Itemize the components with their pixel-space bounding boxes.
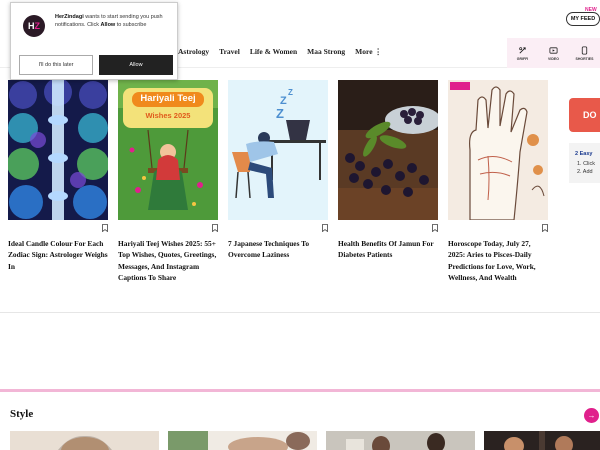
article-card[interactable]: ZZZ 7 Japanese Techniques To Overcome La…	[228, 80, 328, 261]
article-title[interactable]: Horoscope Today, July 27, 2025: Aries to…	[448, 238, 548, 284]
nav-item-travel[interactable]: Travel	[219, 47, 240, 56]
bookmark-icon[interactable]	[542, 224, 548, 232]
nav-griffi-button[interactable]: GRIFFI	[507, 38, 538, 68]
nav-shorties-button[interactable]: SHORTIES	[569, 38, 600, 68]
nav-item-life-women[interactable]: Life & Women	[250, 47, 297, 56]
article-image-teej[interactable]: Hariyali Teej Wishes 2025	[118, 80, 218, 220]
notification-popup: HZ HerZindagi wants to start sending you…	[10, 2, 178, 80]
style-thumbnail[interactable]	[168, 431, 317, 450]
allow-button[interactable]: Allow	[99, 55, 173, 75]
section-arrow-button[interactable]: →	[584, 408, 599, 423]
side-promo-button[interactable]: DO	[569, 98, 600, 132]
side-instructions-title: 2 Easy	[575, 151, 593, 157]
article-card[interactable]: Ideal Candle Colour For Each Zodiac Sign…	[8, 80, 108, 272]
griff-icon	[519, 46, 526, 54]
nav-griffi-label: GRIFFI	[516, 56, 529, 61]
later-button[interactable]: I'll do this later	[19, 55, 93, 75]
article-title[interactable]: Health Benefits Of Jamun For Diabetes Pa…	[338, 238, 438, 261]
nav-item-maa-strong[interactable]: Maa Strong	[307, 47, 345, 56]
article-title[interactable]: Ideal Candle Colour For Each Zodiac Sign…	[8, 238, 108, 272]
nav-icon-group: GRIFFI VIDEO SHORTIES	[507, 38, 600, 68]
nav-item-astrology[interactable]: Astrology	[178, 47, 209, 56]
article-card[interactable]: Horoscope Today, July 27, 2025: Aries to…	[448, 80, 548, 284]
popup-message: HerZindagi wants to start sending you pu…	[55, 14, 163, 28]
article-title[interactable]: 7 Japanese Techniques To Overcome Lazine…	[228, 238, 328, 261]
article-card[interactable]: Health Benefits Of Jamun For Diabetes Pa…	[338, 80, 438, 261]
nav-item-more[interactable]: More ⋮	[355, 47, 382, 56]
shorts-icon	[581, 45, 588, 55]
style-thumbnail[interactable]	[484, 431, 600, 450]
nav-shorties-label: SHORTIES	[575, 56, 594, 61]
my-feed-button[interactable]: MY FEED	[566, 12, 600, 26]
style-thumbnail[interactable]	[10, 431, 159, 450]
nav-video-button[interactable]: VIDEO	[538, 38, 569, 68]
svg-text:Z: Z	[276, 106, 284, 121]
section-title-style[interactable]: Style	[10, 408, 33, 420]
bookmark-icon[interactable]	[322, 224, 328, 232]
style-thumbnail[interactable]	[326, 431, 475, 450]
bookmark-icon[interactable]	[212, 224, 218, 232]
site-logo: HZ	[23, 15, 45, 37]
bookmark-icon[interactable]	[102, 224, 108, 232]
svg-text:Z: Z	[288, 88, 293, 97]
side-instructions-step-2: 2. Add	[577, 169, 593, 175]
side-instructions-step-1: 1. Click	[577, 161, 596, 167]
bookmark-icon[interactable]	[432, 224, 438, 232]
section-divider	[0, 312, 600, 313]
teej-image-subtitle: Wishes 2025	[145, 111, 191, 120]
teej-image-title: Hariyali Teej	[140, 93, 196, 104]
article-title[interactable]: Hariyali Teej Wishes 2025: 55+ Top Wishe…	[118, 238, 218, 284]
article-image-candles[interactable]	[8, 80, 108, 220]
video-icon	[549, 46, 558, 54]
nav-menu: Astrology Travel Life & Women Maa Strong…	[178, 47, 382, 56]
article-image-lazy[interactable]: ZZZ	[228, 80, 328, 220]
article-card[interactable]: Hariyali Teej Wishes 2025 Hariyali Teej …	[118, 80, 218, 284]
article-image-palm[interactable]	[448, 80, 548, 220]
section-divider-accent	[0, 389, 600, 392]
nav-video-label: VIDEO	[548, 56, 559, 61]
article-image-jamun[interactable]	[338, 80, 438, 220]
